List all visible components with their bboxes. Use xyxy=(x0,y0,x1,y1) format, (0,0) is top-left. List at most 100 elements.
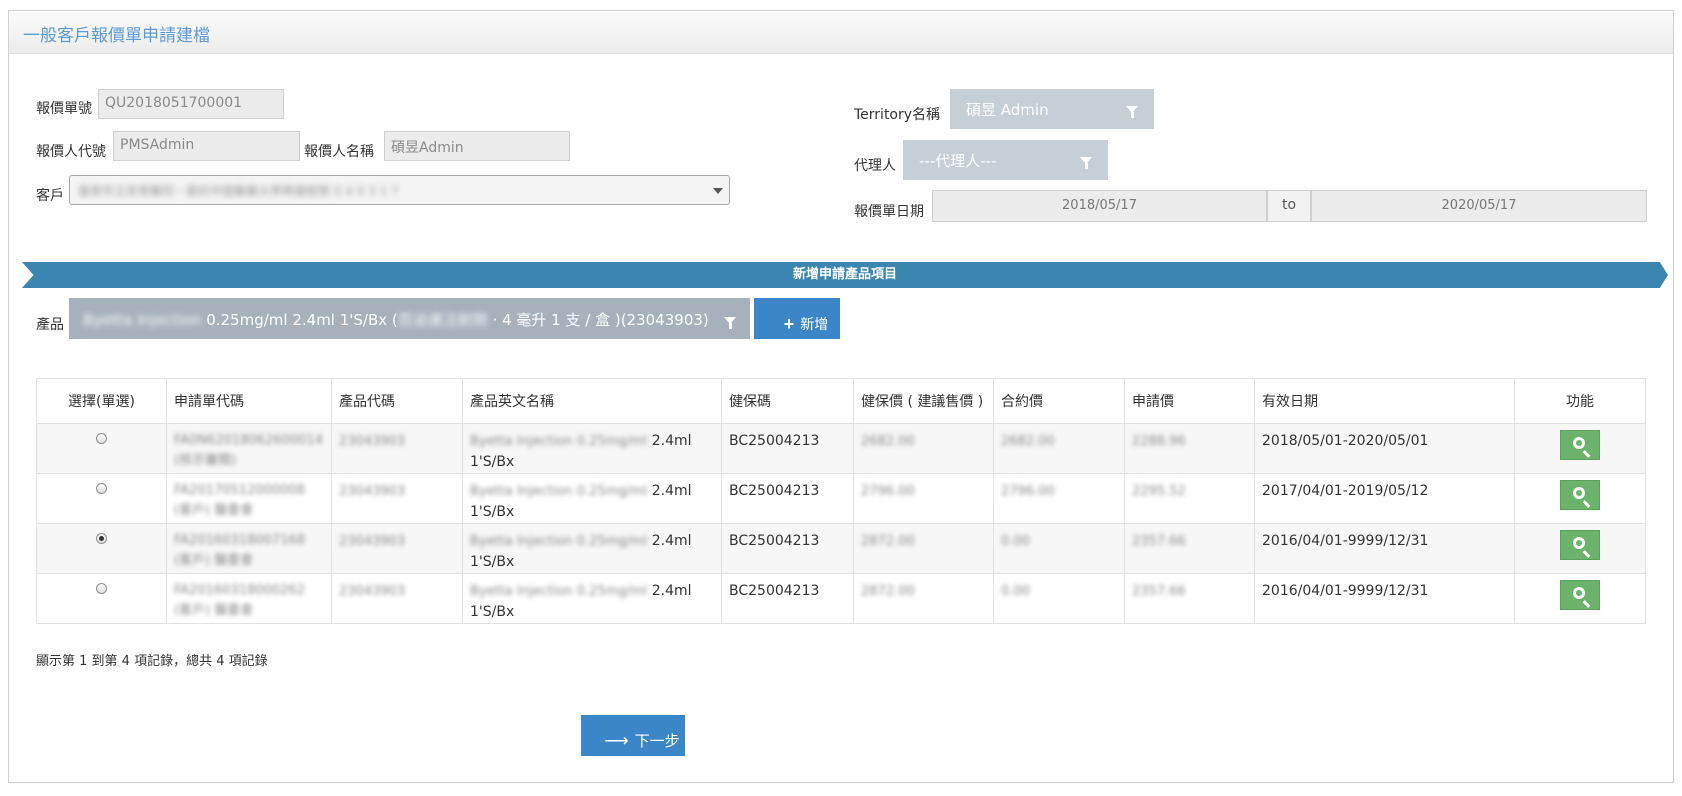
apply-price-cell: 2357.66 xyxy=(1124,523,1255,574)
app-code-cell: FA20170512000008 (客戶) 醫委會 xyxy=(166,473,332,524)
search-icon xyxy=(1573,487,1585,499)
nhi-price-cell: 2796.00 xyxy=(853,473,994,524)
row-radio[interactable] xyxy=(96,433,107,444)
header-select: 選擇(單選) xyxy=(36,378,167,424)
page-title: 一般客戶報價單申請建檔 xyxy=(23,26,210,46)
customer-select[interactable]: 臺南市立安南醫院－委託中國醫藥大學興建經營 0 4 0 3 1 7 xyxy=(69,175,730,205)
product-code: 23043903 xyxy=(339,434,406,449)
app-code-cell: FA20160318000262 (客戶) 醫委會 xyxy=(166,573,332,624)
contract-price-cell: 2682.00 xyxy=(993,423,1125,474)
customer-value: 臺南市立安南醫院－委託中國醫藥大學興建經營 0 4 0 3 1 7 xyxy=(78,184,399,198)
nhi-code-cell: BC25004213 xyxy=(721,523,854,574)
app-code-sub: (客戶) 醫委會 xyxy=(174,503,254,518)
date-to-field[interactable]: 2020/05/17 xyxy=(1311,190,1647,222)
apply-price-cell: 2288.96 xyxy=(1124,423,1255,474)
view-button[interactable] xyxy=(1560,480,1600,510)
nhi-price: 2796.00 xyxy=(861,484,915,499)
product-dropdown[interactable]: Byetta Injection 0.25mg/ml 2.4ml 1'S/Bx … xyxy=(69,298,750,339)
agent-dropdown[interactable]: ---代理人--- xyxy=(903,140,1108,180)
select-cell xyxy=(36,423,167,474)
view-button[interactable] xyxy=(1560,530,1600,560)
app-code: FA20160318007168 xyxy=(174,533,305,548)
product-name-line2: 1'S/Bx xyxy=(470,554,515,570)
filter-caret-icon xyxy=(724,317,736,329)
nhi-code-cell: BC25004213 xyxy=(721,573,854,624)
valid-dates-cell: 2017/04/01-2019/05/12 xyxy=(1254,473,1515,524)
contract-price: 2796.00 xyxy=(1001,484,1055,499)
select-cell xyxy=(36,573,167,624)
product-name-cell: Byetta Injection 0.25mg/ml 2.4ml 1'S/Bx xyxy=(462,423,722,474)
next-step-button[interactable]: ⟶ 下一步 xyxy=(581,715,685,756)
territory-label: Territory名稱 xyxy=(854,107,941,123)
select-cell xyxy=(36,473,167,524)
date-to-separator: to xyxy=(1267,190,1311,222)
apply-price: 2357.66 xyxy=(1132,534,1186,549)
date-to-label: to xyxy=(1281,197,1297,213)
panel-header: 一般客戶報價單申請建檔 xyxy=(9,11,1673,54)
nhi-price: 2872.00 xyxy=(861,534,915,549)
section-banner: 新增申請產品項目 xyxy=(22,262,1668,288)
header-valid-dates: 有效日期 xyxy=(1254,378,1515,424)
header-nhi-price: 健保價 ( 建議售價 ) xyxy=(853,378,994,424)
view-button[interactable] xyxy=(1560,580,1600,610)
row-radio[interactable] xyxy=(96,583,107,594)
row-radio[interactable] xyxy=(96,483,107,494)
app-code-cell: FA0N62018062600014 (核示審閱) xyxy=(166,423,332,474)
product-name-cell: Byetta Injection 0.25mg/ml 2.4ml 1'S/Bx xyxy=(462,523,722,574)
date-from-field[interactable]: 2018/05/17 xyxy=(932,190,1267,222)
add-product-button[interactable]: + 新增 xyxy=(754,298,840,339)
header-contract-price: 合約價 xyxy=(993,378,1125,424)
search-icon xyxy=(1573,437,1585,449)
nhi-code-cell: BC25004213 xyxy=(721,423,854,474)
product-label: 產品 xyxy=(36,317,64,333)
table-row: FA0N62018062600014 (核示審閱) 23043903 Byetta… xyxy=(36,423,1646,474)
nhi-price: 2872.00 xyxy=(861,584,915,599)
quoter-code-field: PMSAdmin xyxy=(113,131,300,161)
quote-no-field: QU2018051700001 xyxy=(98,89,284,119)
contract-price-cell: 0.00 xyxy=(993,573,1125,624)
date-from-value: 2018/05/17 xyxy=(1062,198,1137,213)
product-code: 23043903 xyxy=(339,484,406,499)
app-code-sub: (客戶) 醫委會 xyxy=(174,553,254,568)
header-function: 功能 xyxy=(1514,378,1646,424)
product-name-tail: 2.4ml xyxy=(647,533,692,549)
product-name-blurred: Byetta Injection xyxy=(83,311,202,329)
record-info: 顯示第 1 到第 4 項記錄，總共 4 項記錄 xyxy=(36,654,268,669)
territory-value: 碩昱 Admin xyxy=(966,101,1049,119)
product-name-line2: 1'S/Bx xyxy=(470,454,515,470)
product-name-tail: 2.4ml xyxy=(647,433,692,449)
app-code-sub: (客戶) 醫委會 xyxy=(174,603,254,618)
product-code-cell: 23043903 xyxy=(331,473,463,524)
app-code-cell: FA20160318007168 (客戶) 醫委會 xyxy=(166,523,332,574)
app-code-sub: (核示審閱) xyxy=(174,453,237,468)
apply-price: 2295.52 xyxy=(1132,484,1186,499)
view-button[interactable] xyxy=(1560,430,1600,460)
quoter-name-label: 報價人名稱 xyxy=(304,144,374,160)
function-cell xyxy=(1514,473,1646,524)
header-product-name: 產品英文名稱 xyxy=(462,378,722,424)
next-button-label: 下一步 xyxy=(634,733,680,750)
product-code-cell: 23043903 xyxy=(331,423,463,474)
application-table: 選擇(單選) 申請單代碼 產品代碼 產品英文名稱 健保碼 健保價 ( 建議售價 … xyxy=(36,378,1646,624)
territory-dropdown[interactable]: 碩昱 Admin xyxy=(950,89,1154,129)
product-local-name-blurred: 百泌達注射劑 xyxy=(397,311,488,329)
product-code: 23043903 xyxy=(339,584,406,599)
row-radio-selected[interactable] xyxy=(96,533,107,544)
function-cell xyxy=(1514,573,1646,624)
agent-value: ---代理人--- xyxy=(919,152,997,170)
table-header-row: 選擇(單選) 申請單代碼 產品代碼 產品英文名稱 健保碼 健保價 ( 建議售價 … xyxy=(36,378,1646,424)
contract-price: 2682.00 xyxy=(1001,434,1055,449)
chevron-down-icon xyxy=(713,188,723,194)
plus-icon: + xyxy=(783,314,795,334)
nhi-price-cell: 2872.00 xyxy=(853,573,994,624)
nhi-price-cell: 2682.00 xyxy=(853,423,994,474)
table-row: FA20170512000008 (客戶) 醫委會 23043903 Byetta… xyxy=(36,473,1646,524)
filter-caret-icon xyxy=(1126,106,1138,118)
quote-date-label: 報價單日期 xyxy=(854,204,924,220)
search-icon xyxy=(1573,537,1585,549)
contract-price: 0.00 xyxy=(1001,534,1030,549)
contract-price-cell: 2796.00 xyxy=(993,473,1125,524)
product-name-blurred: Byetta Injection 0.25mg/ml xyxy=(470,534,648,549)
search-icon xyxy=(1573,587,1585,599)
product-name-cell: Byetta Injection 0.25mg/ml 2.4ml 1'S/Bx xyxy=(462,473,722,524)
